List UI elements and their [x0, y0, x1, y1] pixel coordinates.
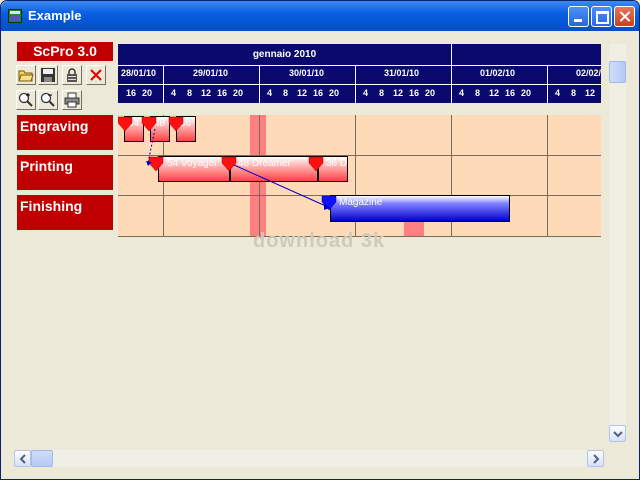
scroll-down-button[interactable] — [609, 425, 626, 442]
day-label: 01/02/10 — [480, 68, 516, 78]
day-label: 29/01/10 — [193, 68, 229, 78]
hour-header: 16 20 4 8 12 16 20 4 8 12 16 20 4 8 12 16 20 4 8 12 16 20 4 8… — [118, 84, 601, 103]
hour-separator — [451, 85, 452, 103]
hour-label: 8 — [283, 88, 289, 98]
hour-label: 8 — [187, 88, 193, 98]
day-label: 02/02/ — [576, 68, 602, 78]
resource-printing[interactable]: Printing — [17, 155, 113, 192]
watermark: download 3k — [253, 230, 386, 252]
hour-label: 20 — [425, 88, 436, 98]
hour-separator — [547, 85, 548, 103]
day-separator — [163, 66, 164, 84]
hour-label: 4 — [459, 88, 465, 98]
hour-label: 20 — [233, 88, 244, 98]
day-label: 30/01/10 — [289, 68, 325, 78]
milestone-marker — [308, 156, 324, 172]
save-icon[interactable] — [38, 65, 58, 85]
milestone-marker — [148, 156, 164, 172]
schedule-overlay — [118, 116, 337, 211]
hour-label: 12 — [201, 88, 212, 98]
hour-label: 8 — [475, 88, 481, 98]
delete-icon[interactable] — [86, 65, 106, 85]
hour-label: 8 — [379, 88, 385, 98]
hour-label: 4 — [555, 88, 561, 98]
minimize-button[interactable] — [568, 6, 589, 27]
hour-label: 12 — [489, 88, 500, 98]
lock-icon[interactable] — [62, 65, 82, 85]
milestone-marker — [168, 116, 184, 132]
title-bar[interactable]: Example — [1, 1, 639, 31]
print-icon[interactable] — [62, 90, 82, 110]
hour-label: 16 — [126, 88, 137, 98]
day-separator — [547, 66, 548, 84]
scroll-thumb[interactable] — [609, 61, 626, 83]
hour-label: 4 — [363, 88, 369, 98]
open-folder-icon[interactable] — [16, 65, 36, 85]
hour-separator — [259, 85, 260, 103]
hour-label: 16 — [409, 88, 420, 98]
hour-separator — [163, 85, 164, 103]
day-label: 28/01/10 — [121, 68, 157, 78]
schedule-grid[interactable]: 64 48 36 54 Voyager 48 Dreamer 36 D Maga… — [118, 115, 601, 237]
month-label: gennaio 2010 — [252, 49, 317, 60]
vertical-scrollbar[interactable] — [609, 44, 626, 442]
dependency-link — [233, 164, 329, 208]
milestone-marker — [118, 116, 133, 132]
hour-label: 12 — [393, 88, 404, 98]
app-logo: ScPro 3.0 — [17, 42, 113, 61]
app-icon — [8, 9, 22, 23]
zoom-in-icon[interactable] — [16, 90, 36, 110]
hour-label: 4 — [171, 88, 177, 98]
day-separator — [451, 66, 452, 84]
app-window: Example ScPro 3.0 Engraving Printing Fin… — [0, 0, 640, 480]
hour-label: 8 — [571, 88, 577, 98]
maximize-button[interactable] — [591, 6, 612, 27]
hour-label: 20 — [521, 88, 532, 98]
hour-separator — [355, 85, 356, 103]
hour-label: 20 — [329, 88, 340, 98]
scroll-right-button[interactable] — [587, 450, 604, 467]
hour-label: 20 — [142, 88, 153, 98]
month-header: gennaio 2010 — [118, 44, 601, 65]
zoom-out-icon[interactable] — [38, 90, 58, 110]
month-separator — [451, 44, 452, 65]
day-label: 31/01/10 — [384, 68, 420, 78]
hour-label: 12 — [297, 88, 308, 98]
day-separator — [259, 66, 260, 84]
scroll-left-button[interactable] — [14, 450, 31, 467]
scroll-thumb[interactable] — [31, 450, 53, 467]
resource-finishing[interactable]: Finishing — [17, 195, 113, 232]
hour-label: 4 — [267, 88, 273, 98]
resource-engraving[interactable]: Engraving — [17, 115, 113, 152]
hour-label: 16 — [505, 88, 516, 98]
day-header: 28/01/10 29/01/10 30/01/10 31/01/10 01/0… — [118, 65, 601, 84]
hour-label: 12 — [585, 88, 596, 98]
day-separator — [355, 66, 356, 84]
close-window-button[interactable] — [614, 6, 635, 27]
hour-label: 16 — [217, 88, 228, 98]
milestone-marker — [141, 116, 157, 132]
horizontal-scrollbar[interactable] — [14, 450, 604, 467]
window-title: Example — [28, 8, 82, 23]
milestone-marker — [221, 156, 237, 172]
hour-label: 16 — [313, 88, 324, 98]
